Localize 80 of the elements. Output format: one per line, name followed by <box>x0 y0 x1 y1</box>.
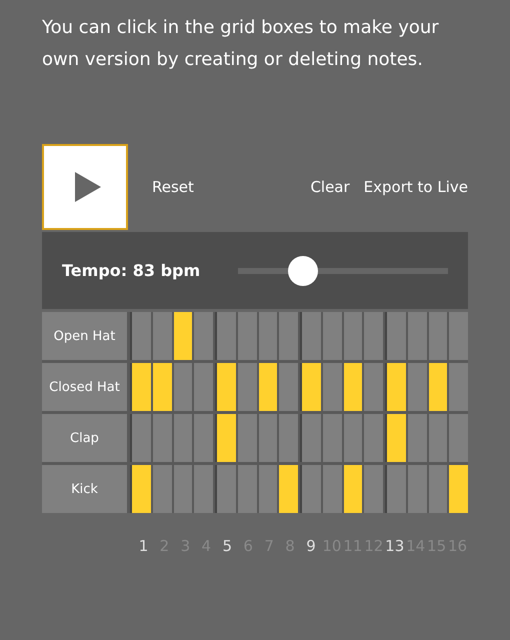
step-cell[interactable] <box>194 312 213 360</box>
step-cell[interactable] <box>408 414 426 462</box>
step-number: 1 <box>138 537 150 555</box>
step-cell[interactable] <box>258 312 278 360</box>
active-step-cell[interactable] <box>428 363 448 411</box>
step-cell[interactable] <box>174 363 192 411</box>
step-cell[interactable] <box>152 465 172 513</box>
step-cell[interactable] <box>238 363 256 411</box>
step-cell[interactable] <box>174 414 192 462</box>
step-cell[interactable] <box>130 414 151 462</box>
step-cell[interactable] <box>279 312 298 360</box>
step-cell[interactable] <box>408 363 426 411</box>
step-cell[interactable] <box>428 465 448 513</box>
step-cell[interactable] <box>300 312 321 360</box>
step-cell[interactable] <box>344 312 362 360</box>
step-number: 9 <box>305 537 317 555</box>
step-cell[interactable] <box>194 465 213 513</box>
step-cell[interactable] <box>449 312 468 360</box>
step-cell[interactable] <box>238 414 256 462</box>
active-step-cell[interactable] <box>385 414 406 462</box>
step-cell[interactable] <box>408 465 426 513</box>
step-cell[interactable] <box>408 312 426 360</box>
step-cell[interactable] <box>194 414 213 462</box>
step-cell[interactable] <box>428 414 448 462</box>
step-cell[interactable] <box>428 312 448 360</box>
step-cell[interactable] <box>152 312 172 360</box>
step-cell[interactable] <box>194 363 213 411</box>
step-cell[interactable] <box>152 414 172 462</box>
active-step-cell[interactable] <box>258 363 278 411</box>
step-cell[interactable] <box>364 312 383 360</box>
step-cell[interactable] <box>322 363 342 411</box>
active-step-cell[interactable] <box>344 363 362 411</box>
clear-button[interactable]: Clear <box>310 178 350 196</box>
step-cell[interactable] <box>385 312 406 360</box>
step-cell[interactable] <box>258 414 278 462</box>
active-step-cell[interactable] <box>279 465 298 513</box>
play-icon <box>75 172 101 202</box>
active-step-cell[interactable] <box>215 363 236 411</box>
slider-thumb[interactable] <box>288 256 318 286</box>
step-cell[interactable] <box>215 312 236 360</box>
active-step-cell[interactable] <box>174 312 192 360</box>
instruction-text: You can click in the grid boxes to make your own version by creating or deleting notes. <box>42 16 440 72</box>
tempo-label: Tempo: 83 bpm <box>62 261 202 280</box>
step-cell[interactable] <box>300 465 321 513</box>
track-name: Closed Hat <box>42 363 127 411</box>
reset-button[interactable]: Reset <box>152 178 194 196</box>
step-cell[interactable] <box>238 312 256 360</box>
step-cell[interactable] <box>215 465 236 513</box>
step-cell[interactable] <box>279 363 298 411</box>
step-cell[interactable] <box>364 465 383 513</box>
step-number: 13 <box>384 537 406 555</box>
step-cell[interactable] <box>238 465 256 513</box>
active-step-cell[interactable] <box>300 363 321 411</box>
step-cell[interactable] <box>364 363 383 411</box>
active-step-cell[interactable] <box>152 363 172 411</box>
step-number: 5 <box>221 537 233 555</box>
export-button[interactable]: Export to Live <box>364 178 468 196</box>
step-cell[interactable] <box>344 414 362 462</box>
step-cell[interactable] <box>300 414 321 462</box>
step-cell[interactable] <box>449 363 468 411</box>
active-step-cell[interactable] <box>344 465 362 513</box>
step-cell[interactable] <box>258 465 278 513</box>
step-cell[interactable] <box>174 465 192 513</box>
step-cell[interactable] <box>449 414 468 462</box>
step-cell[interactable] <box>385 465 406 513</box>
active-step-cell[interactable] <box>215 414 236 462</box>
step-cell[interactable] <box>364 414 383 462</box>
active-step-cell[interactable] <box>449 465 468 513</box>
step-cell[interactable] <box>322 414 342 462</box>
track-name: Open Hat <box>42 312 127 360</box>
active-step-cell[interactable] <box>130 465 151 513</box>
step-cell[interactable] <box>130 312 151 360</box>
track-name: Clap <box>42 414 127 462</box>
active-step-cell[interactable] <box>385 363 406 411</box>
step-cell[interactable] <box>279 414 298 462</box>
track-name: Kick <box>42 465 127 513</box>
step-cell[interactable] <box>322 312 342 360</box>
active-step-cell[interactable] <box>130 363 151 411</box>
step-cell[interactable] <box>322 465 342 513</box>
play-button[interactable] <box>42 144 128 230</box>
